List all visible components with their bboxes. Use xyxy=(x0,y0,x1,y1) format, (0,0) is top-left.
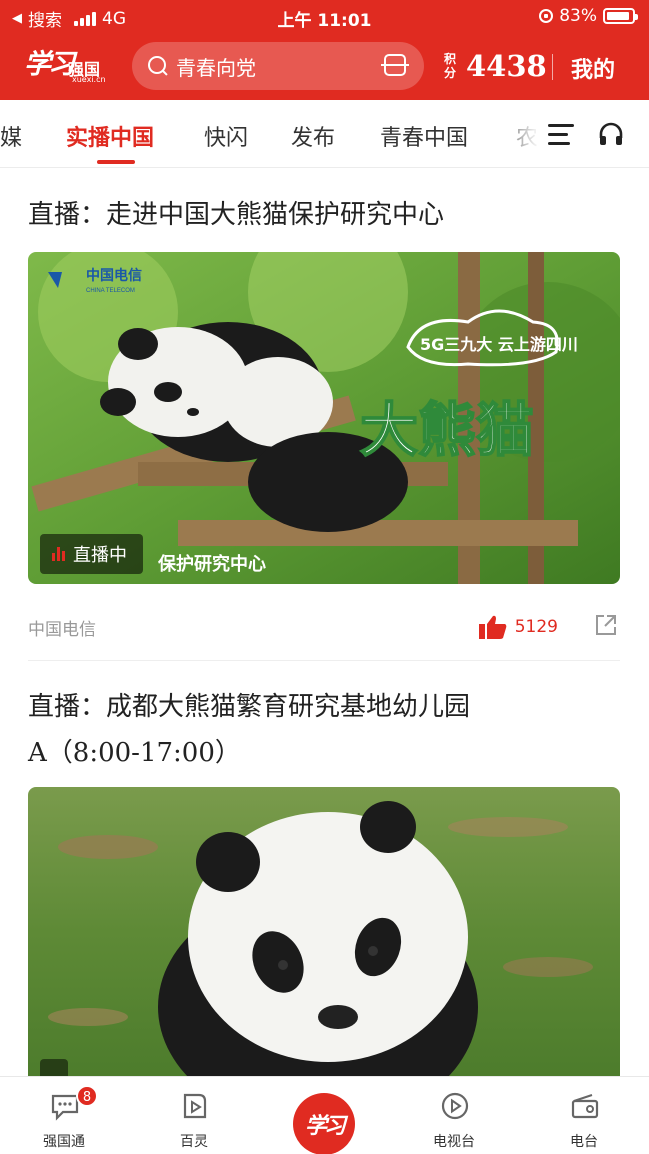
nav-label: 百灵 xyxy=(180,1134,208,1150)
feed-item-thumbnail[interactable] xyxy=(28,787,620,1077)
live-badge xyxy=(40,1059,68,1077)
rotation-lock-icon xyxy=(539,9,554,23)
channel-menu-icon[interactable] xyxy=(548,124,574,145)
nav-item-bailing[interactable]: 百灵 xyxy=(144,1077,244,1154)
search-placeholder: 青春向党 xyxy=(176,55,256,80)
search-bar[interactable]: 青春向党 xyxy=(132,42,424,90)
feed-divider xyxy=(28,660,620,661)
radio-icon xyxy=(571,1094,599,1119)
feed-item-meta: 中国电信 5129 xyxy=(28,607,620,647)
nav-label: 电视台 xyxy=(433,1134,475,1150)
video-icon xyxy=(183,1093,207,1119)
logo-url: xuexi.cn xyxy=(72,75,106,84)
like-count: 5129 xyxy=(514,617,558,637)
battery-icon xyxy=(603,8,638,24)
nav-item-radio[interactable]: 电台 xyxy=(534,1077,634,1154)
status-bar: ◀ 搜索 4G 上午 11:01 83% xyxy=(0,0,649,34)
header-divider xyxy=(552,54,553,80)
xuexi-logo[interactable]: 学习 xyxy=(293,1093,355,1154)
battery-percent: 83% xyxy=(559,6,597,26)
live-bars-icon xyxy=(52,547,65,561)
panda-cub-image xyxy=(28,787,620,1077)
nav-item-tv[interactable]: 电视台 xyxy=(404,1077,504,1154)
share-icon[interactable] xyxy=(594,613,618,637)
scan-icon[interactable] xyxy=(381,54,409,76)
feed-item-title-line-2: A（8:00-17:00） xyxy=(28,738,241,768)
search-icon xyxy=(148,56,168,76)
points-display[interactable]: 积分 4438 xyxy=(444,46,547,86)
unread-badge: 8 xyxy=(76,1085,98,1107)
nav-label: 强国通 xyxy=(43,1134,85,1150)
status-right: 83% xyxy=(539,6,638,26)
nav-item-qiangguotong[interactable]: 8 强国通 xyxy=(14,1077,114,1154)
thumb-headline: 大熊猫 xyxy=(360,396,534,464)
points-value: 4438 xyxy=(466,49,547,83)
tab-live-china[interactable]: 实播中国 xyxy=(66,120,154,152)
tab-media[interactable]: 媒 xyxy=(0,120,22,152)
live-badge: 直播中 xyxy=(40,534,143,574)
thumb-logo-text: 中国电信 xyxy=(86,267,142,283)
header-top-row: 学习 强国 xuexi.cn 青春向党 积分 4438 我的 xyxy=(0,38,649,96)
logo-script: 学习 xyxy=(24,49,75,80)
feed-item-source: 中国电信 xyxy=(28,620,96,640)
app-header: ◀ 搜索 4G 上午 11:01 83% 学习 强国 xuexi.cn 青春向党… xyxy=(0,0,649,100)
nav-label: 电台 xyxy=(570,1134,598,1150)
play-circle-icon xyxy=(441,1092,469,1120)
active-tab-indicator xyxy=(97,160,135,164)
tab-flash[interactable]: 快闪 xyxy=(204,120,248,152)
feed-item-thumbnail[interactable]: 中国电信 CHINA TELECOM 5G三九大 云上游四川 大熊猫 保护研究中… xyxy=(28,252,620,584)
thumb-caption: 5G三九大 云上游四川 xyxy=(420,335,578,354)
thumb-bottom-text: 保护研究中心 xyxy=(157,553,266,575)
feed-item-title-line-1: 直播：成都大熊猫繁育研究基地幼儿园 xyxy=(28,692,471,722)
like-button[interactable]: 5129 xyxy=(478,615,558,639)
app-logo[interactable]: 学习 强国 xuexi.cn xyxy=(24,42,114,88)
feed-item-title[interactable]: 直播：成都大熊猫繁育研究基地幼儿园 A（8:00-17:00） xyxy=(28,684,618,776)
thumb-logo-sub: CHINA TELECOM xyxy=(86,288,135,294)
points-label: 积分 xyxy=(444,52,457,80)
mine-button[interactable]: 我的 xyxy=(571,52,615,84)
thumbs-up-icon xyxy=(478,615,507,639)
feed-item-title[interactable]: 直播：走进中国大熊猫保护研究中心 xyxy=(28,192,618,238)
tab-release[interactable]: 发布 xyxy=(291,120,335,152)
headset-icon[interactable] xyxy=(598,122,624,146)
live-badge-label: 直播中 xyxy=(73,545,127,566)
channel-tabs: 媒 实播中国 快闪 发布 青春中国 农 xyxy=(0,100,649,168)
bottom-nav: 8 强国通 百灵 学习 电视台 电台 xyxy=(0,1076,649,1154)
tab-youth-china[interactable]: 青春中国 xyxy=(380,120,468,152)
